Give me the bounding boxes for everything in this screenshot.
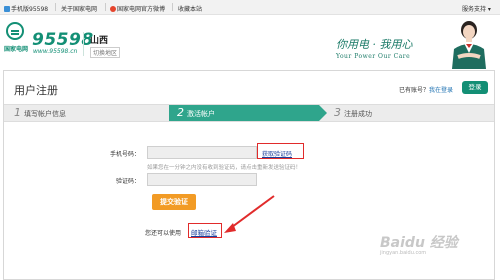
header-divider <box>83 32 84 56</box>
phone-label: 手机号码： <box>109 151 140 158</box>
service-agent-image <box>452 21 486 69</box>
login-button[interactable]: 登录 <box>462 81 488 94</box>
login-link[interactable]: 我在登录 <box>429 87 453 94</box>
divider <box>55 3 56 11</box>
code-input[interactable] <box>147 173 257 186</box>
top-nav-bar: 手机版95598 关于国家电网 国家电网官方微博 收藏本站 服务支持 ▾ <box>0 0 500 15</box>
slogan-cn: 你用电 · 我用心 <box>336 38 413 51</box>
progress-steps: 1 填写帐户信息 2 激活帐户 3 注册成功 <box>4 104 494 122</box>
has-account-text: 已有账号？我在登录 <box>399 87 454 94</box>
step-2-active: 2 激活帐户 <box>169 105 327 121</box>
code-hint: 如果您在一分钟之内没有收到验证码，请点击重新发送验证码！ <box>147 165 302 171</box>
phone-input[interactable] <box>147 146 257 159</box>
code-label: 验证码： <box>115 178 140 185</box>
help-menu[interactable]: 服务支持 ▾ <box>462 4 491 13</box>
mobile-link[interactable]: 手机版95598 <box>4 4 48 13</box>
weibo-icon <box>110 6 116 12</box>
brand-number[interactable]: 95598 <box>32 30 94 50</box>
favorite-link[interactable]: 收藏本站 <box>178 4 202 13</box>
annotation-box <box>257 143 304 159</box>
brand-url: www.95598.cn <box>33 48 78 55</box>
divider <box>172 3 173 11</box>
current-province: 山西 <box>90 36 109 46</box>
divider <box>105 3 106 11</box>
alt-verify-text: 您还可以使用 <box>145 230 182 237</box>
state-grid-logo-icon[interactable] <box>6 22 24 40</box>
switch-region-button[interactable]: 切换地区 <box>90 47 121 58</box>
mobile-icon <box>4 6 10 12</box>
weibo-link[interactable]: 国家电网官方微博 <box>110 4 165 13</box>
annotation-box <box>188 223 222 238</box>
about-link[interactable]: 关于国家电网 <box>61 4 97 13</box>
slogan-en: Your Power Our Care <box>336 53 411 60</box>
watermark: Baidu 经验 jingyan.baidu.com <box>380 235 458 256</box>
page-title: 用户注册 <box>14 84 58 97</box>
submit-button[interactable]: 提交验证 <box>152 194 196 210</box>
step-3: 3 注册成功 <box>334 106 372 119</box>
company-name: 国家电网 <box>4 46 29 53</box>
step-1: 1 填写帐户信息 <box>14 106 66 119</box>
